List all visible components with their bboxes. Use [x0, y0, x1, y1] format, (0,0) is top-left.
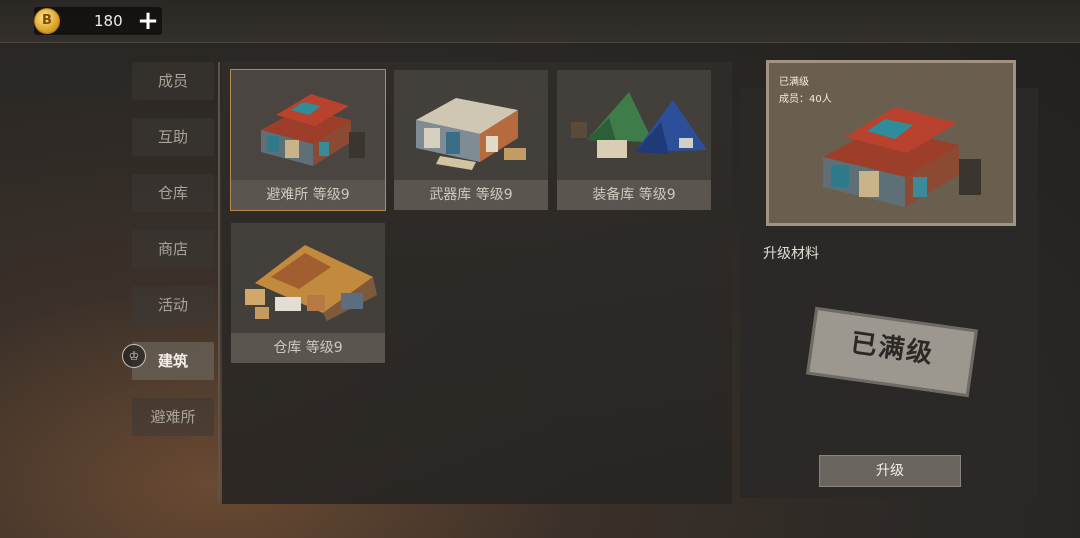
sidebar-divider [218, 62, 220, 502]
building-card-equipment[interactable]: 装备库 等级9 [557, 70, 711, 210]
armory-icon [394, 70, 548, 178]
tab-members[interactable]: 成员 [132, 62, 214, 100]
tab-mutual-aid[interactable]: 互助 [132, 118, 214, 156]
building-card-armory[interactable]: 武器库 等级9 [394, 70, 548, 210]
warehouse-icon [231, 223, 385, 331]
tab-events[interactable]: 活动 [132, 286, 214, 324]
shelter-icon [231, 70, 385, 178]
building-preview: 已满级 成员：40人 [766, 60, 1016, 226]
coin-counter: B 180 + [34, 7, 162, 35]
tab-buildings[interactable]: ♔ 建筑 [122, 342, 214, 380]
coin-icon: B [34, 8, 60, 34]
building-card-label: 装备库 等级9 [557, 180, 711, 210]
shelter-large-icon [823, 107, 981, 207]
building-card-shelter[interactable]: 避难所 等级9 [230, 69, 386, 211]
building-card-label: 仓库 等级9 [231, 333, 385, 363]
tab-buildings-label: 建筑 [157, 352, 188, 370]
crown-icon: ♔ [122, 344, 146, 368]
buildings-panel: 避难所 等级9 武器库 等级9 装备库 等级9 仓库 等级9 [222, 62, 732, 504]
add-coins-button[interactable]: + [134, 7, 162, 35]
tab-shelter[interactable]: 避难所 [132, 398, 214, 436]
max-level-status: 已满级 [779, 77, 809, 88]
building-card-label: 武器库 等级9 [394, 180, 548, 210]
building-card-label: 避难所 等级9 [231, 180, 385, 210]
tent-icon [557, 70, 711, 178]
building-card-warehouse[interactable]: 仓库 等级9 [231, 223, 385, 363]
upgrade-materials-title: 升级材料 [763, 246, 819, 262]
tab-storage[interactable]: 仓库 [132, 174, 214, 212]
upgrade-button[interactable]: 升级 [819, 455, 961, 487]
tab-shop[interactable]: 商店 [132, 230, 214, 268]
top-bar: B 180 + [0, 0, 1080, 43]
